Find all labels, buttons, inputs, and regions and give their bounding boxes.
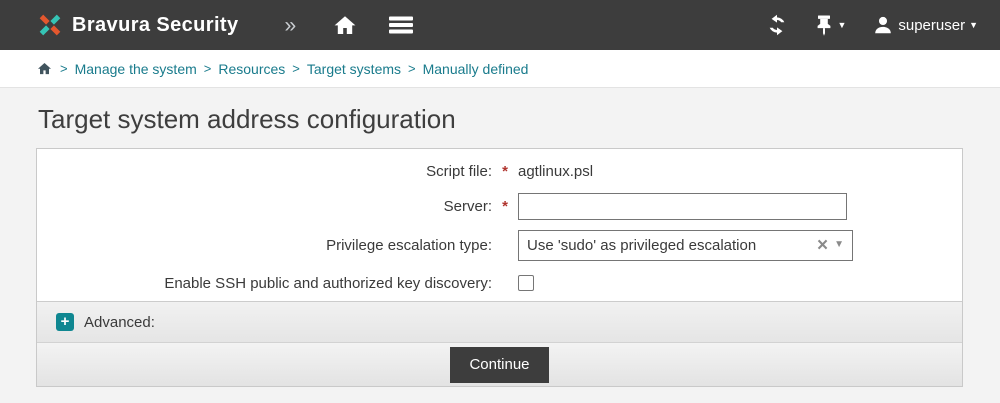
select-caret-down-icon: ▼	[834, 239, 844, 250]
breadcrumb-home-icon[interactable]	[36, 61, 53, 76]
ssh-discovery-label: Enable SSH public and authorized key dis…	[164, 274, 492, 292]
advanced-section-header[interactable]: + Advanced:	[37, 301, 962, 342]
breadcrumb-separator: >	[60, 61, 68, 76]
form-row-server: Server: *	[37, 187, 962, 225]
hamburger-icon	[388, 14, 414, 36]
main-menu-button[interactable]	[388, 14, 414, 36]
breadcrumb-item-resources[interactable]: Resources	[218, 61, 285, 77]
advanced-label: Advanced:	[84, 313, 155, 331]
pin-caret-down-icon: ▼	[837, 19, 847, 30]
breadcrumb-separator: >	[292, 61, 300, 76]
bravura-logo-icon	[36, 11, 64, 39]
ssh-discovery-checkbox[interactable]	[518, 275, 534, 291]
breadcrumb-separator: >	[203, 61, 212, 76]
breadcrumb-item-manage-the-system[interactable]: Manage the system	[75, 61, 197, 77]
privilege-escalation-selected-value: Use 'sudo' as privileged escalation	[527, 236, 757, 254]
user-icon	[872, 14, 894, 36]
brand-logo[interactable]: Bravura Security	[36, 11, 238, 39]
form-row-ssh-discovery: Enable SSH public and authorized key dis…	[37, 265, 962, 301]
user-name: superuser	[898, 16, 966, 34]
pushpin-icon	[815, 14, 833, 36]
continue-button[interactable]: Continue	[450, 346, 549, 383]
privilege-escalation-select[interactable]: Use 'sudo' as privileged escalation × ▼	[518, 229, 853, 261]
expand-plus-icon[interactable]: +	[56, 313, 74, 331]
required-marker: *	[502, 197, 508, 215]
refresh-icon	[765, 13, 789, 37]
refresh-button[interactable]	[765, 13, 789, 37]
user-menu[interactable]: superuser ▼	[872, 14, 978, 36]
privilege-escalation-label: Privilege escalation type:	[326, 236, 492, 254]
sidebar-expand-chevron-icon[interactable]: »	[284, 15, 296, 36]
pinned-menu-button[interactable]: ▼	[815, 14, 846, 36]
server-input[interactable]	[518, 192, 847, 220]
target-address-form-panel: Script file: * agtlinux.psl Server: * Pr…	[36, 148, 963, 387]
form-row-privilege-escalation: Privilege escalation type: * Use 'sudo' …	[37, 225, 962, 265]
form-footer: Continue	[37, 342, 962, 386]
page-title: Target system address configuration	[38, 104, 456, 134]
script-file-value: agtlinux.psl	[518, 162, 594, 180]
server-label: Server:	[443, 197, 492, 215]
clear-selection-icon[interactable]: ×	[817, 236, 828, 255]
script-file-label: Script file:	[426, 162, 492, 180]
home-icon	[332, 13, 358, 37]
required-marker: *	[502, 162, 508, 180]
home-button[interactable]	[332, 13, 358, 37]
user-caret-down-icon: ▼	[969, 19, 978, 30]
breadcrumb-separator: >	[408, 61, 416, 76]
app-header: Bravura Security » ▼ superuser ▼	[0, 0, 1000, 50]
breadcrumb-item-target-systems[interactable]: Target systems	[307, 61, 401, 77]
breadcrumb: > Manage the system > Resources > Target…	[0, 50, 1000, 88]
form-row-script-file: Script file: * agtlinux.psl	[37, 155, 962, 187]
breadcrumb-item-manually-defined[interactable]: Manually defined	[423, 61, 529, 77]
main-content: Target system address configuration Scri…	[0, 88, 1000, 403]
brand-name: Bravura Security	[72, 13, 239, 36]
